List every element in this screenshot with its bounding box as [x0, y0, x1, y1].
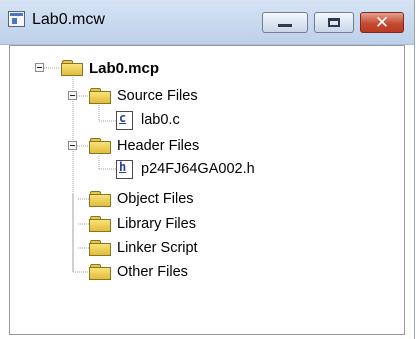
maximize-icon — [328, 18, 340, 27]
folder-icon — [89, 216, 111, 232]
title-bar[interactable]: Lab0.mcw ✕ — [0, 0, 414, 45]
collapse-source-files-toggle[interactable] — [68, 91, 77, 100]
close-icon: ✕ — [374, 13, 390, 32]
tree-item-label: lab0.c — [141, 112, 180, 128]
tree-item-label: Header Files — [117, 138, 200, 154]
tree-connector-lines — [44, 67, 116, 273]
tree-item-linker-script[interactable]: Linker Script — [89, 238, 198, 258]
folder-icon — [61, 60, 83, 76]
maximize-button[interactable] — [314, 12, 354, 33]
tree-item-label: Other Files — [117, 264, 188, 280]
tree-item-label: Lab0.mcp — [89, 59, 160, 77]
tree-item-object-files[interactable]: Object Files — [89, 189, 194, 209]
tree-item-project[interactable]: Lab0.mcp — [61, 58, 159, 78]
folder-icon — [89, 264, 111, 280]
tree-item-header-files[interactable]: Header Files — [89, 136, 199, 156]
folder-icon — [89, 240, 111, 256]
tree-item-label: Linker Script — [117, 240, 198, 256]
tree-item-label: p24FJ64GA002.h — [141, 161, 255, 177]
collapse-project-toggle[interactable] — [35, 63, 44, 72]
project-tree: Lab0.mcp Source Files c lab0.c Header Fi… — [9, 45, 405, 335]
tree-item-lab0-c[interactable]: c lab0.c — [116, 110, 180, 130]
folder-icon — [89, 88, 111, 104]
tree-item-label: Source Files — [117, 88, 198, 104]
collapse-header-files-toggle[interactable] — [68, 141, 77, 150]
tree-item-source-files[interactable]: Source Files — [89, 86, 198, 106]
tree-item-other-files[interactable]: Other Files — [89, 262, 188, 282]
tree-item-p24fj64ga002-h[interactable]: h p24FJ64GA002.h — [116, 159, 255, 179]
folder-icon — [89, 191, 111, 207]
minimize-button[interactable] — [262, 12, 308, 33]
tree-item-library-files[interactable]: Library Files — [89, 214, 196, 234]
folder-icon — [89, 138, 111, 154]
workspace-icon — [8, 11, 25, 27]
minimize-icon — [278, 24, 292, 27]
workspace-window: Lab0.mcw ✕ Lab0.mcp Source Files c lab0.… — [0, 0, 415, 339]
c-file-icon: c — [116, 110, 133, 130]
window-title: Lab0.mcw — [32, 11, 105, 28]
close-button[interactable]: ✕ — [360, 12, 404, 33]
tree-item-label: Object Files — [117, 191, 194, 207]
tree-item-label: Library Files — [117, 216, 196, 232]
h-file-icon: h — [116, 159, 133, 179]
